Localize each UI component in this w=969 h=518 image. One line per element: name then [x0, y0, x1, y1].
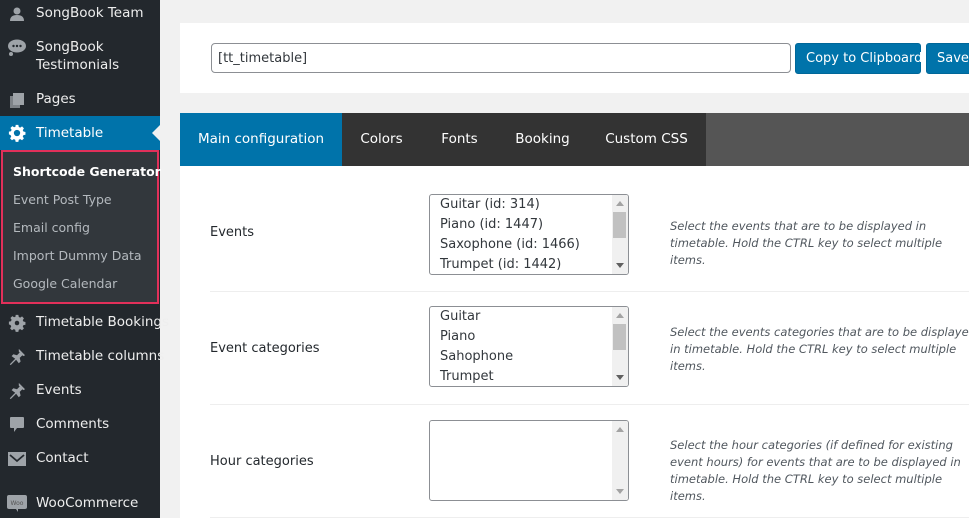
scroll-down-arrow-icon[interactable] [616, 263, 624, 268]
pin-icon [7, 347, 27, 367]
sidebar-item-label: Contact [36, 450, 89, 466]
event-categories-scrollbar[interactable] [612, 307, 628, 386]
tab-colors[interactable]: Colors [342, 113, 421, 166]
sidebar-item-label: Timetable [36, 125, 104, 141]
hour-categories-scrollbar[interactable] [612, 421, 628, 500]
hour-categories-description: Select the hour categories (if defined f… [670, 438, 961, 503]
copy-to-clipboard-button[interactable]: Copy to Clipboard [795, 43, 922, 74]
scroll-down-arrow-icon[interactable] [616, 489, 624, 494]
scroll-thumb[interactable] [613, 324, 626, 350]
pages-icon [7, 90, 27, 110]
user-icon [7, 4, 27, 24]
shortcode-panel: Copy to Clipboard Save [180, 23, 969, 93]
event-categories-description: Select the events categories that are to… [670, 325, 969, 373]
sidebar-item-label: Events [36, 382, 82, 398]
active-indicator-arrow [152, 125, 160, 141]
tab-booking[interactable]: Booking [498, 113, 587, 166]
sidebar-item-label: Timetable columns [36, 348, 165, 364]
gear-icon [7, 123, 27, 143]
woocommerce-icon: Woo [7, 494, 27, 514]
shortcode-input[interactable] [211, 43, 791, 73]
scroll-up-arrow-icon[interactable] [616, 201, 624, 206]
events-row: Events Guitar (id: 314) Piano (id: 1447)… [210, 181, 969, 292]
config-tabs: Main configuration Colors Fonts Booking … [180, 113, 969, 166]
speech-bubble-icon [7, 38, 27, 58]
tab-custom-css[interactable]: Custom CSS [587, 113, 706, 166]
hour-categories-select[interactable] [429, 420, 629, 501]
submenu-item-google-calendar[interactable]: Google Calendar [13, 276, 117, 291]
main-configuration-panel: Events Guitar (id: 314) Piano (id: 1447)… [180, 166, 969, 518]
submenu-item-event-post-type[interactable]: Event Post Type [13, 192, 112, 207]
event-categories-option[interactable]: Trumpet [440, 369, 494, 384]
sidebar-item-timetable[interactable]: Timetable [0, 116, 160, 150]
tab-main-configuration[interactable]: Main configuration [180, 113, 342, 166]
tab-fonts[interactable]: Fonts [421, 113, 498, 166]
events-select[interactable]: Guitar (id: 314) Piano (id: 1447) Saxoph… [429, 194, 629, 275]
pin-icon [7, 381, 27, 401]
event-categories-label: Event categories [210, 341, 320, 356]
sidebar-item-woocommerce[interactable]: Woo WooCommerce [0, 494, 160, 514]
events-scrollbar[interactable] [612, 195, 628, 274]
event-categories-option[interactable]: Guitar [440, 309, 480, 324]
events-option[interactable]: Guitar (id: 314) [440, 197, 540, 212]
scroll-up-arrow-icon[interactable] [616, 427, 624, 432]
events-option[interactable]: Piano (id: 1447) [440, 217, 543, 232]
sidebar-item-label: Testimonials [36, 57, 120, 73]
event-categories-option[interactable]: Piano [440, 329, 475, 344]
events-label: Events [210, 225, 255, 240]
event-categories-row: Event categories Guitar Piano Sahophone … [210, 292, 969, 405]
sidebar-item-songbook-testimonials[interactable]: SongBook Testimonials [0, 38, 160, 78]
save-button[interactable]: Save [926, 43, 969, 74]
sidebar-item-events[interactable]: Events [0, 381, 160, 401]
event-categories-option[interactable]: Sahophone [440, 349, 513, 364]
sidebar-item-comments[interactable]: Comments [0, 415, 160, 435]
submenu-item-email-config[interactable]: Email config [13, 220, 90, 235]
sidebar-item-label: SongBook Team [36, 5, 144, 21]
sidebar-item-pages[interactable]: Pages [0, 90, 160, 110]
gear-icon [7, 313, 27, 333]
sidebar-item-timetable-bookings[interactable]: Timetable Bookings [0, 313, 169, 333]
sidebar-item-label: WooCommerce [36, 495, 139, 511]
comment-icon [7, 415, 27, 435]
envelope-icon [7, 449, 27, 469]
events-option[interactable]: Saxophone (id: 1466) [440, 237, 580, 252]
scroll-down-arrow-icon[interactable] [616, 375, 624, 380]
submenu-item-shortcode-generator[interactable]: Shortcode Generator [13, 164, 161, 179]
hour-categories-row: Hour categories Select the hour categori… [210, 405, 969, 518]
hour-categories-label: Hour categories [210, 454, 314, 469]
event-categories-select[interactable]: Guitar Piano Sahophone Trumpet [429, 306, 629, 387]
sidebar-item-label: Comments [36, 416, 110, 432]
sidebar-item-label: Pages [36, 91, 76, 107]
sidebar-item-timetable-columns[interactable]: Timetable columns [0, 347, 164, 367]
sidebar-item-label: Timetable Bookings [36, 314, 170, 330]
submenu-item-import-dummy-data[interactable]: Import Dummy Data [13, 248, 142, 263]
events-option[interactable]: Trumpet (id: 1442) [440, 257, 561, 272]
events-description: Select the events that are to be display… [670, 219, 943, 267]
sidebar-item-label: SongBook [36, 39, 104, 55]
admin-sidebar: SongBook Team SongBook Testimonials Page… [0, 0, 169, 518]
scroll-up-arrow-icon[interactable] [616, 313, 624, 318]
sidebar-item-songbook-team[interactable]: SongBook Team [0, 4, 160, 24]
scroll-thumb[interactable] [613, 212, 626, 238]
sidebar-item-contact[interactable]: Contact [0, 449, 160, 469]
svg-text:Woo: Woo [11, 500, 24, 507]
timetable-submenu: Shortcode Generator Event Post Type Emai… [1, 150, 161, 304]
